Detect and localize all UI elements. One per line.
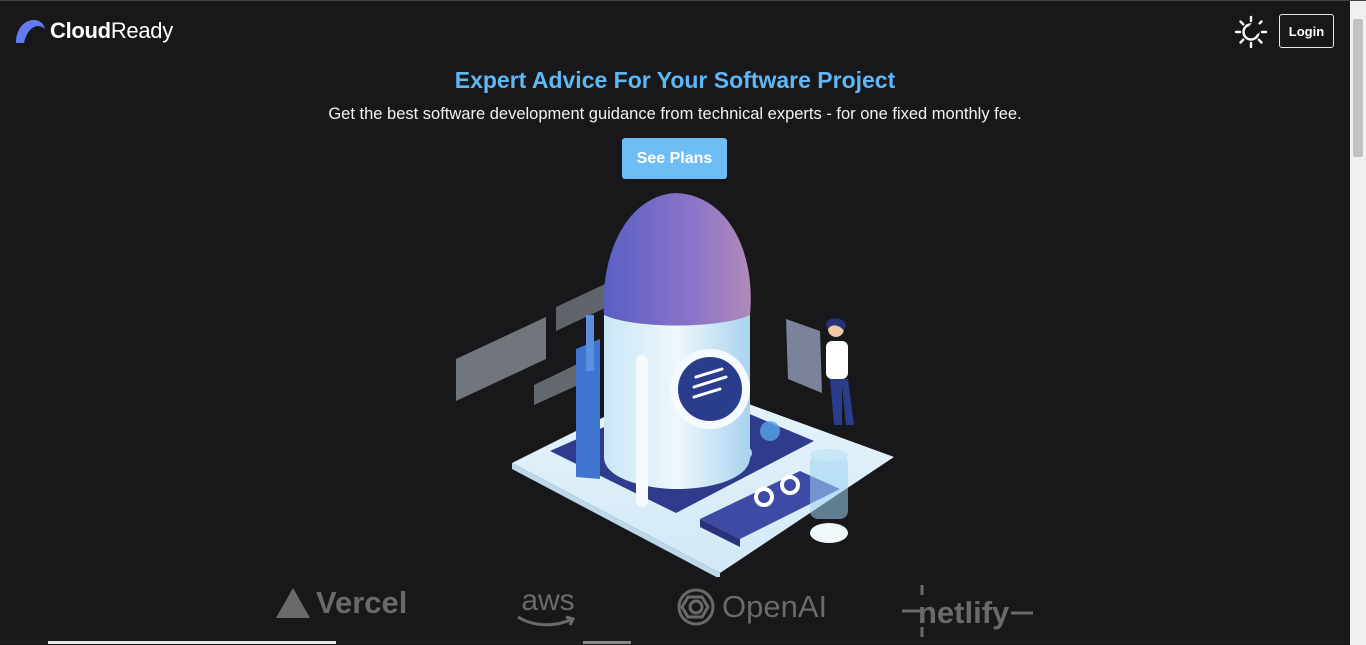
vertical-scrollbar[interactable]	[1350, 1, 1366, 645]
rocket-illustration	[456, 193, 894, 577]
login-button[interactable]: Login	[1279, 14, 1334, 48]
scrollbar-thumb[interactable]	[1353, 19, 1363, 157]
brand-name: CloudReady	[50, 18, 173, 43]
partner-name: aws	[521, 584, 575, 617]
see-plans-button[interactable]: See Plans	[622, 138, 727, 179]
partner-name: Vercel	[316, 585, 408, 620]
theme-toggle-button[interactable]	[1233, 15, 1269, 49]
brand-logo[interactable]: CloudReady	[14, 17, 173, 45]
netlify-dash-icon	[1011, 611, 1034, 615]
sun-moon-icon	[1234, 15, 1268, 49]
navbar: CloudReady Login	[0, 1, 1350, 63]
partner-openai: OpenAI	[674, 585, 827, 629]
openai-knot-icon	[677, 588, 715, 626]
vercel-triangle-icon	[276, 588, 310, 618]
hero-subtitle: Get the best software development guidan…	[328, 105, 1022, 123]
partner-aws: aws	[516, 584, 580, 629]
aws-smile-icon	[517, 615, 576, 627]
partner-name: OpenAI	[722, 589, 828, 624]
partner-vercel: Vercel	[274, 585, 407, 621]
partner-netlify: netlify	[900, 585, 1039, 641]
cloud-logo-icon	[16, 20, 45, 43]
partner-name: netlify	[918, 595, 1010, 630]
hero-title: Expert Advice For Your Software Project	[454, 67, 896, 93]
partner-logos: Vercel aws OpenAI netlify	[0, 579, 1350, 645]
